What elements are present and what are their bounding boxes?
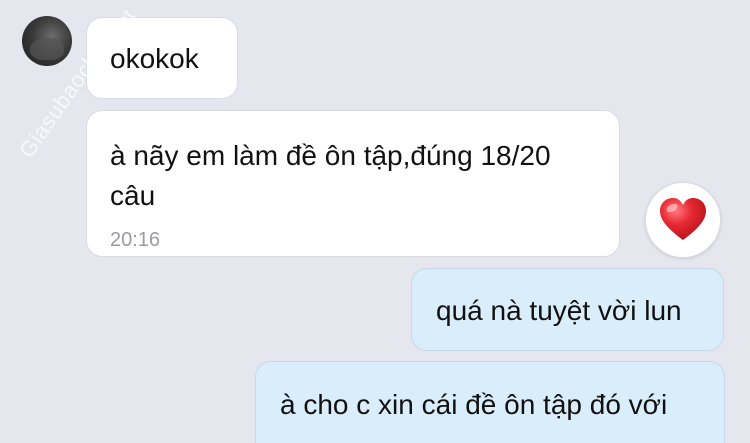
message-text: à cho c xin cái đề ôn tập đó với (280, 389, 668, 420)
message-text: okokok (110, 43, 199, 74)
message-bubble[interactable]: à cho c xin cái đề ôn tập đó với (255, 361, 725, 443)
chat-area: okokok à nãy em làm đề ôn tập,đúng 18/20… (0, 0, 750, 443)
message-text: quá nà tuyệt vời lun (436, 295, 682, 326)
reaction-badge[interactable] (645, 182, 721, 258)
message-text-line: câu (110, 180, 156, 211)
avatar[interactable] (22, 16, 72, 66)
avatar-photo (30, 38, 64, 60)
heart-icon (660, 198, 706, 240)
message-timestamp: 20:16 (110, 229, 161, 251)
message-text-line: à nãy em làm đề ôn tập,đúng 18/20 (110, 140, 551, 171)
message-bubble[interactable]: okokok (86, 17, 238, 99)
message-bubble[interactable]: quá nà tuyệt vời lun (411, 268, 724, 351)
message-bubble[interactable]: à nãy em làm đề ôn tập,đúng 18/20 câu 20… (86, 110, 620, 257)
